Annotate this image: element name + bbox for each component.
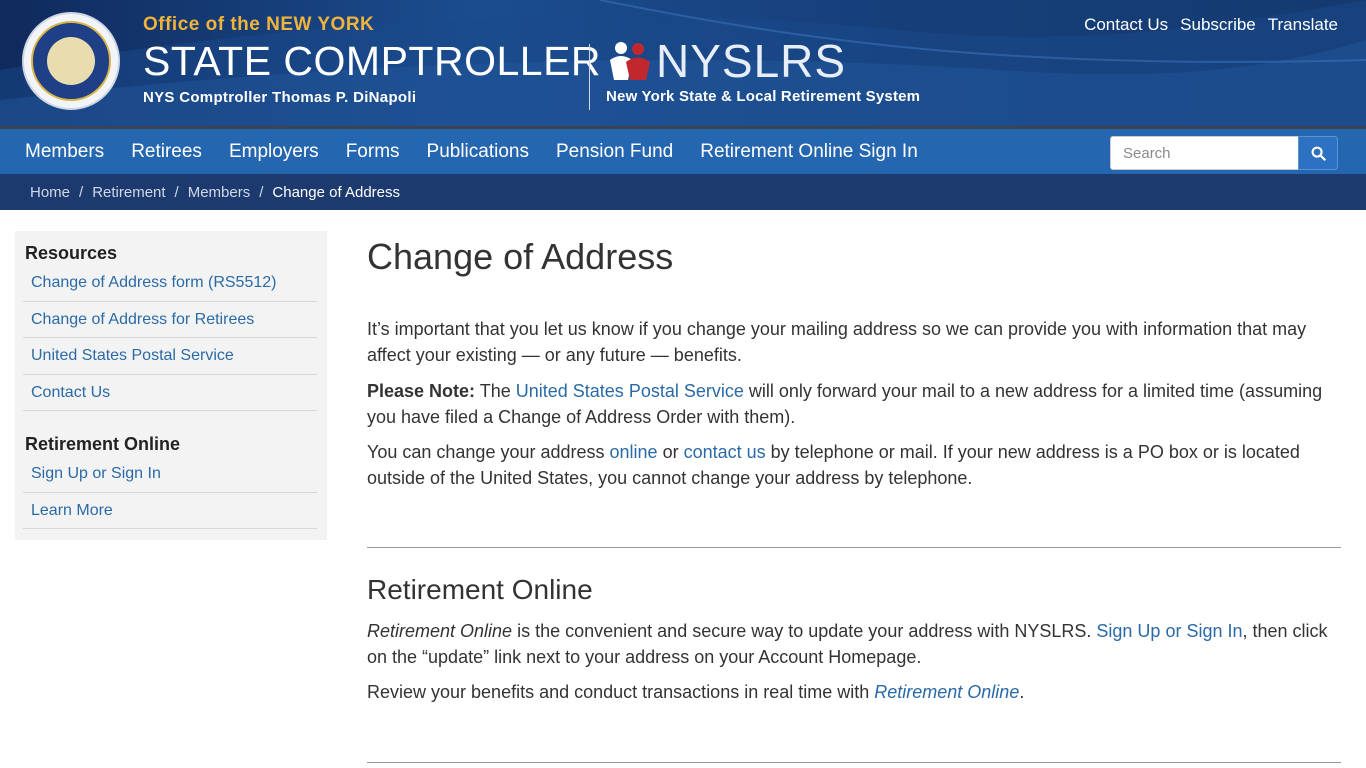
- sidebar: Resources Change of Address form (RS5512…: [15, 231, 327, 540]
- sidebar-item-change-of-address-form[interactable]: Change of Address form (RS5512): [23, 265, 317, 302]
- breadcrumb-retirement[interactable]: Retirement: [92, 184, 165, 201]
- new-york-state-seal-icon[interactable]: [22, 12, 120, 110]
- translate-link[interactable]: Translate: [1268, 15, 1338, 35]
- please-note-paragraph: Please Note: The United States Postal Se…: [367, 378, 1341, 430]
- review-benefits-text: .: [1019, 682, 1025, 702]
- sidebar-item-change-of-address-retirees[interactable]: Change of Address for Retirees: [23, 302, 317, 338]
- sidebar-item-usps[interactable]: United States Postal Service: [23, 338, 317, 375]
- resources-heading: Resources: [25, 243, 118, 263]
- contact-us-inline-link[interactable]: contact us: [684, 442, 766, 462]
- breadcrumb-current: Change of Address: [272, 183, 400, 201]
- utility-links: Contact Us Subscribe Translate: [1084, 15, 1338, 35]
- online-link[interactable]: online: [610, 442, 658, 462]
- nyslrs-people-icon[interactable]: [606, 40, 656, 82]
- review-benefits-paragraph: Review your benefits and conduct transac…: [367, 679, 1341, 705]
- office-line[interactable]: Office of the NEW YORK: [143, 14, 374, 36]
- search-input[interactable]: [1110, 136, 1298, 170]
- search-form: [1110, 136, 1338, 170]
- nyslrs-logo-text[interactable]: NYSLRS: [656, 38, 846, 84]
- nav-item-pension-fund[interactable]: Pension Fund: [542, 129, 686, 175]
- site-header: Office of the NEW YORK STATE COMPTROLLER…: [0, 0, 1366, 126]
- retirement-online-text: is the convenient and secure way to upda…: [512, 621, 1097, 641]
- please-note-label: Please Note:: [367, 381, 476, 401]
- main-nav: Members Retirees Employers Forms Publica…: [0, 126, 1366, 174]
- nyslrs-subtitle: New York State & Local Retirement System: [606, 88, 921, 105]
- retirement-online-paragraph: Retirement Online is the convenient and …: [367, 618, 1341, 670]
- usps-link[interactable]: United States Postal Service: [516, 381, 744, 401]
- section-divider: [367, 762, 1341, 763]
- sidebar-item-learn-more[interactable]: Learn More: [23, 493, 317, 529]
- site-title[interactable]: STATE COMPTROLLER: [143, 38, 601, 85]
- retirement-online-link[interactable]: Retirement Online: [874, 682, 1019, 702]
- nav-item-forms[interactable]: Forms: [332, 129, 413, 175]
- sidebar-item-sign-up-or-sign-in[interactable]: Sign Up or Sign In: [23, 456, 317, 493]
- breadcrumb-separator: /: [79, 183, 84, 201]
- retirement-online-list: Sign Up or Sign In Learn More: [23, 456, 317, 529]
- change-methods-text: You can change your address: [367, 442, 610, 462]
- retirement-online-section-title: Retirement Online: [367, 574, 593, 605]
- intro-paragraph: It’s important that you let us know if y…: [367, 319, 1307, 365]
- nav-item-retirees[interactable]: Retirees: [118, 129, 216, 175]
- resources-list: Change of Address form (RS5512) Change o…: [23, 265, 317, 411]
- sign-up-or-sign-in-link[interactable]: Sign Up or Sign In: [1096, 621, 1242, 641]
- search-icon: [1311, 146, 1326, 161]
- nav-item-members[interactable]: Members: [0, 129, 118, 175]
- breadcrumb-separator: /: [174, 183, 179, 201]
- comptroller-name: NYS Comptroller Thomas P. DiNapoli: [143, 89, 417, 106]
- subscribe-link[interactable]: Subscribe: [1180, 15, 1256, 35]
- search-button[interactable]: [1298, 136, 1338, 170]
- change-methods-text: or: [657, 442, 684, 462]
- header-divider: [589, 44, 590, 110]
- section-divider: [367, 547, 1341, 548]
- page-title: Change of Address: [367, 236, 674, 277]
- breadcrumb-members[interactable]: Members: [188, 184, 251, 201]
- seal-ring: [31, 21, 111, 101]
- breadcrumb-separator: /: [259, 183, 264, 201]
- contact-us-link[interactable]: Contact Us: [1084, 15, 1168, 35]
- retirement-online-heading: Retirement Online: [25, 434, 181, 454]
- breadcrumb-home[interactable]: Home: [30, 184, 70, 201]
- change-methods-paragraph: You can change your address online or co…: [367, 439, 1341, 491]
- nav-item-publications[interactable]: Publications: [413, 129, 542, 175]
- sidebar-item-contact-us[interactable]: Contact Us: [23, 375, 317, 411]
- please-note-text: The: [475, 381, 516, 401]
- nav-item-retirement-online-sign-in[interactable]: Retirement Online Sign In: [687, 129, 932, 175]
- breadcrumb: Home / Retirement / Members / Change of …: [0, 174, 1366, 210]
- nav-item-employers[interactable]: Employers: [215, 129, 332, 175]
- seal-inner: [47, 37, 95, 85]
- retirement-online-emphasis: Retirement Online: [367, 621, 513, 641]
- review-benefits-text: Review your benefits and conduct transac…: [367, 682, 875, 702]
